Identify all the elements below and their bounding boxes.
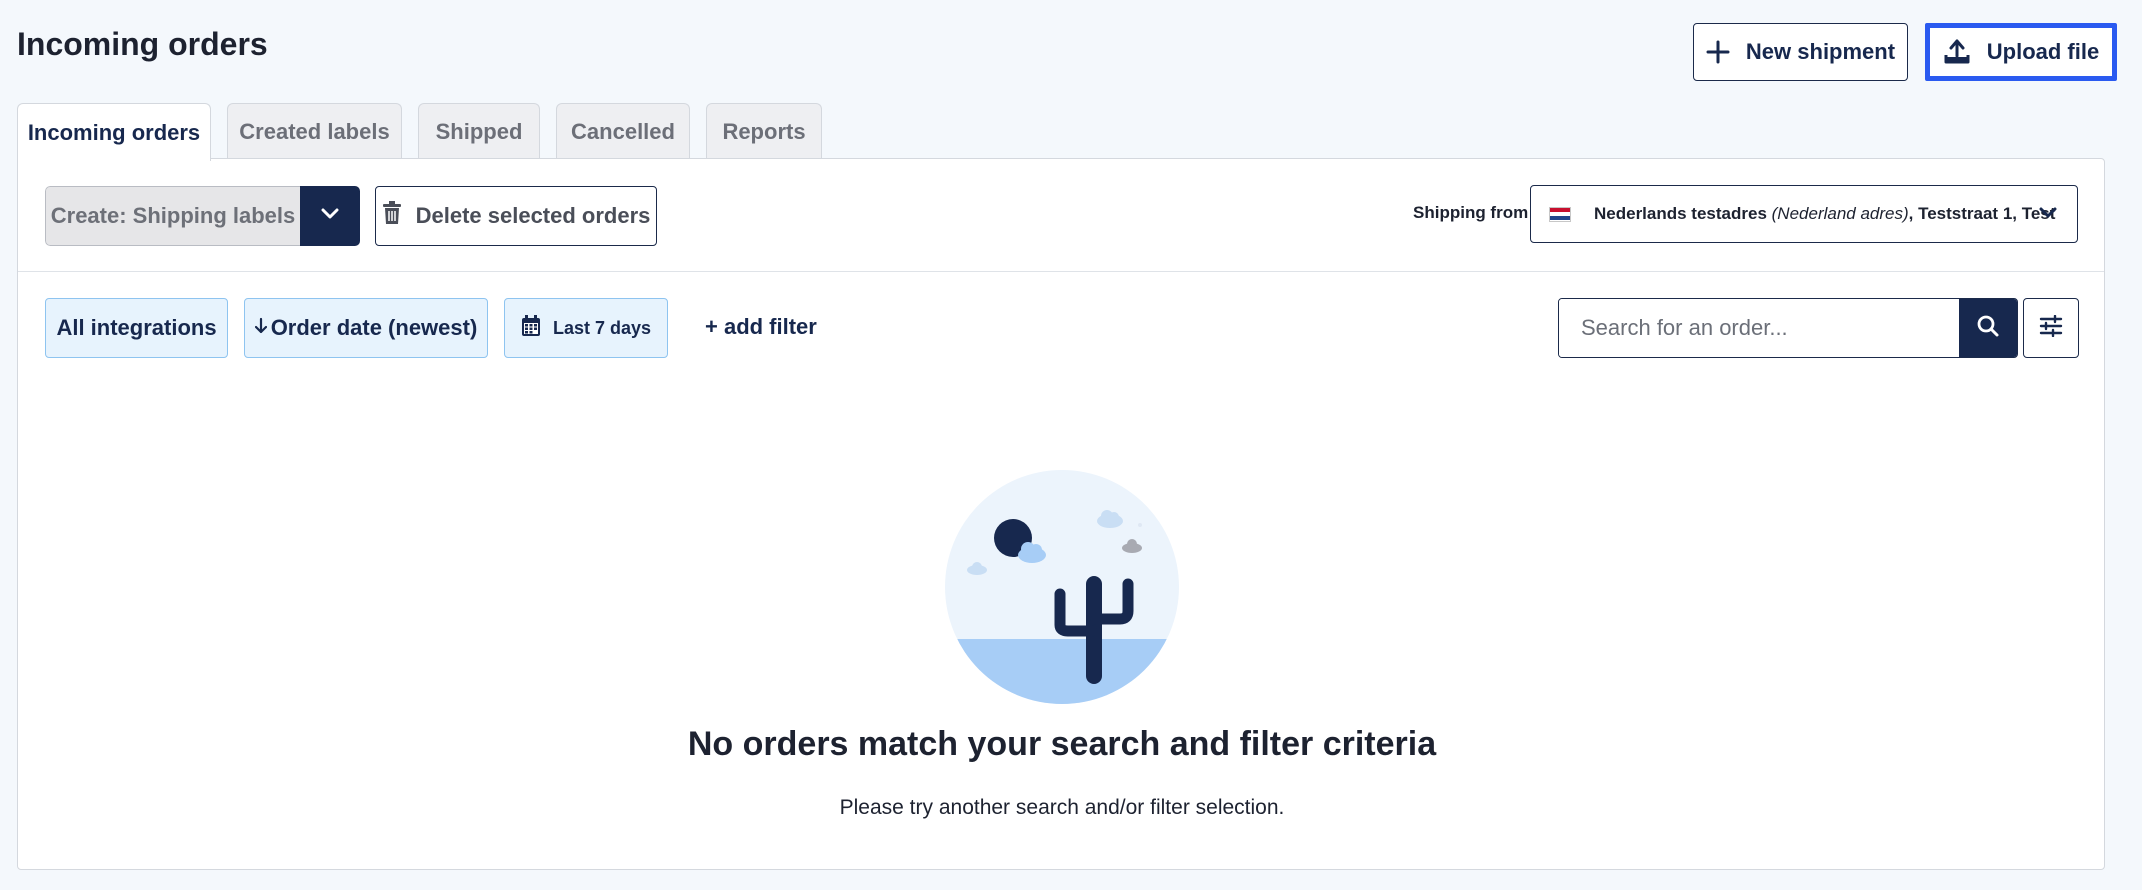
upload-file-label: Upload file	[1986, 39, 2100, 64]
search-button[interactable]	[1959, 299, 2017, 357]
shipping-from-label: Shipping from	[1413, 203, 1529, 222]
tab-reports[interactable]: Reports	[706, 103, 822, 160]
upload-icon	[1943, 38, 1971, 66]
shipping-from-value: Nederlands testadres (Nederland adres), …	[1594, 204, 2056, 223]
orders-panel: Create: Shipping labels Delete selected …	[17, 158, 2105, 870]
empty-state-subtitle: Please try another search and/or filter …	[839, 796, 1285, 819]
delete-selected-orders-button[interactable]: Delete selected orders	[375, 186, 657, 246]
tab-created-labels[interactable]: Created labels	[227, 103, 402, 160]
chevron-down-icon	[321, 207, 339, 225]
filter-settings-button[interactable]	[2023, 298, 2079, 358]
arrow-down-icon	[254, 315, 267, 341]
empty-state-title: No orders match your search and filter c…	[687, 725, 1437, 763]
chevron-down-icon	[2039, 206, 2057, 224]
empty-desert-illustration	[944, 469, 1180, 710]
create-shipping-labels-split-button: Create: Shipping labels	[45, 186, 360, 246]
order-search	[1558, 298, 2018, 358]
new-shipment-button[interactable]: New shipment	[1693, 23, 1908, 81]
new-shipment-label: New shipment	[1745, 39, 1896, 64]
plus-icon	[1706, 40, 1730, 64]
shipping-from-select[interactable]: Nederlands testadres (Nederland adres), …	[1530, 185, 2078, 243]
create-shipping-labels-button[interactable]: Create: Shipping labels	[45, 186, 300, 246]
sort-label: Order date (newest)	[270, 315, 478, 340]
date-range-label: Last 7 days	[552, 317, 652, 338]
page-title: Incoming orders	[17, 26, 268, 62]
filter-all-integrations[interactable]: All integrations	[45, 298, 228, 358]
tab-shipped[interactable]: Shipped	[418, 103, 540, 160]
toolbar-divider	[18, 271, 2104, 272]
filter-date-range[interactable]: Last 7 days	[504, 298, 668, 358]
tab-cancelled[interactable]: Cancelled	[556, 103, 690, 160]
create-dropdown-toggle[interactable]	[300, 186, 360, 246]
calendar-icon	[521, 314, 541, 342]
upload-file-button[interactable]: Upload file	[1925, 23, 2117, 81]
trash-icon	[382, 201, 402, 231]
search-icon	[1976, 314, 2000, 343]
add-filter-link[interactable]: + add filter	[705, 314, 817, 340]
netherlands-flag-icon	[1549, 206, 1571, 222]
search-input[interactable]	[1559, 299, 1959, 357]
sort-order-date-button[interactable]: Order date (newest)	[244, 298, 488, 358]
sliders-icon	[2039, 314, 2063, 342]
tab-incoming-orders[interactable]: Incoming orders	[17, 103, 211, 161]
delete-selected-orders-label: Delete selected orders	[415, 203, 651, 228]
